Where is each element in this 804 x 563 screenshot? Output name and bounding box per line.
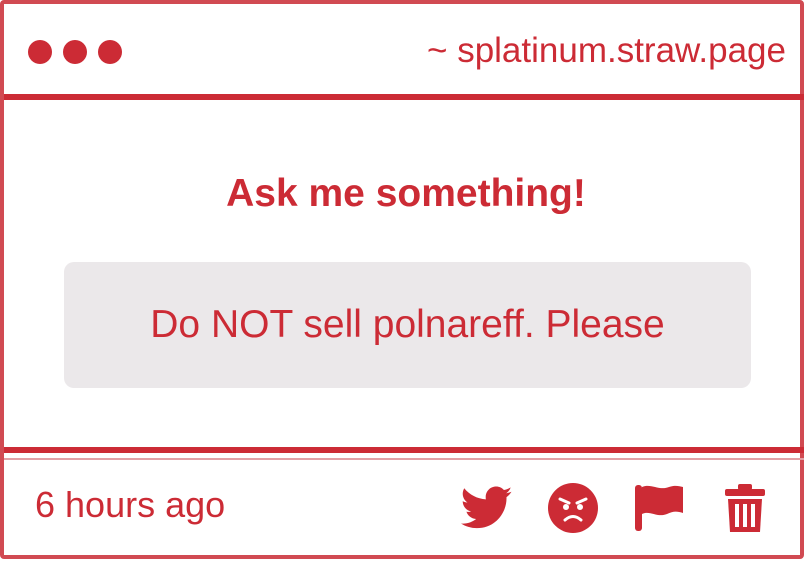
- card-footer: 6 hours ago: [4, 447, 804, 563]
- message-text: Do NOT sell polnareff. Please: [150, 303, 665, 346]
- title-bar: ~ splatinum.straw.page: [4, 4, 804, 100]
- angry-face-icon: [548, 483, 598, 533]
- flag-icon: [635, 485, 683, 531]
- report-button[interactable]: [632, 481, 686, 535]
- window-controls: [28, 40, 122, 64]
- footer-divider: [4, 458, 804, 460]
- react-angry-button[interactable]: [546, 481, 600, 535]
- action-bar: [460, 481, 772, 535]
- browser-window: ~ splatinum.straw.page Ask me something!…: [0, 0, 804, 559]
- page-title: Ask me something!: [226, 172, 586, 215]
- window-dot-2[interactable]: [63, 40, 87, 64]
- twitter-icon: [461, 486, 513, 529]
- timestamp: 6 hours ago: [35, 484, 226, 525]
- share-twitter-button[interactable]: [460, 481, 514, 535]
- message-box: Do NOT sell polnareff. Please: [64, 262, 751, 388]
- window-dot-1[interactable]: [28, 40, 52, 64]
- delete-button[interactable]: [718, 481, 772, 535]
- question-card: Ask me something! Do NOT sell polnareff.…: [4, 100, 804, 447]
- trash-icon: [725, 484, 765, 532]
- window-dot-3[interactable]: [98, 40, 122, 64]
- page-url: ~ splatinum.straw.page: [427, 31, 786, 70]
